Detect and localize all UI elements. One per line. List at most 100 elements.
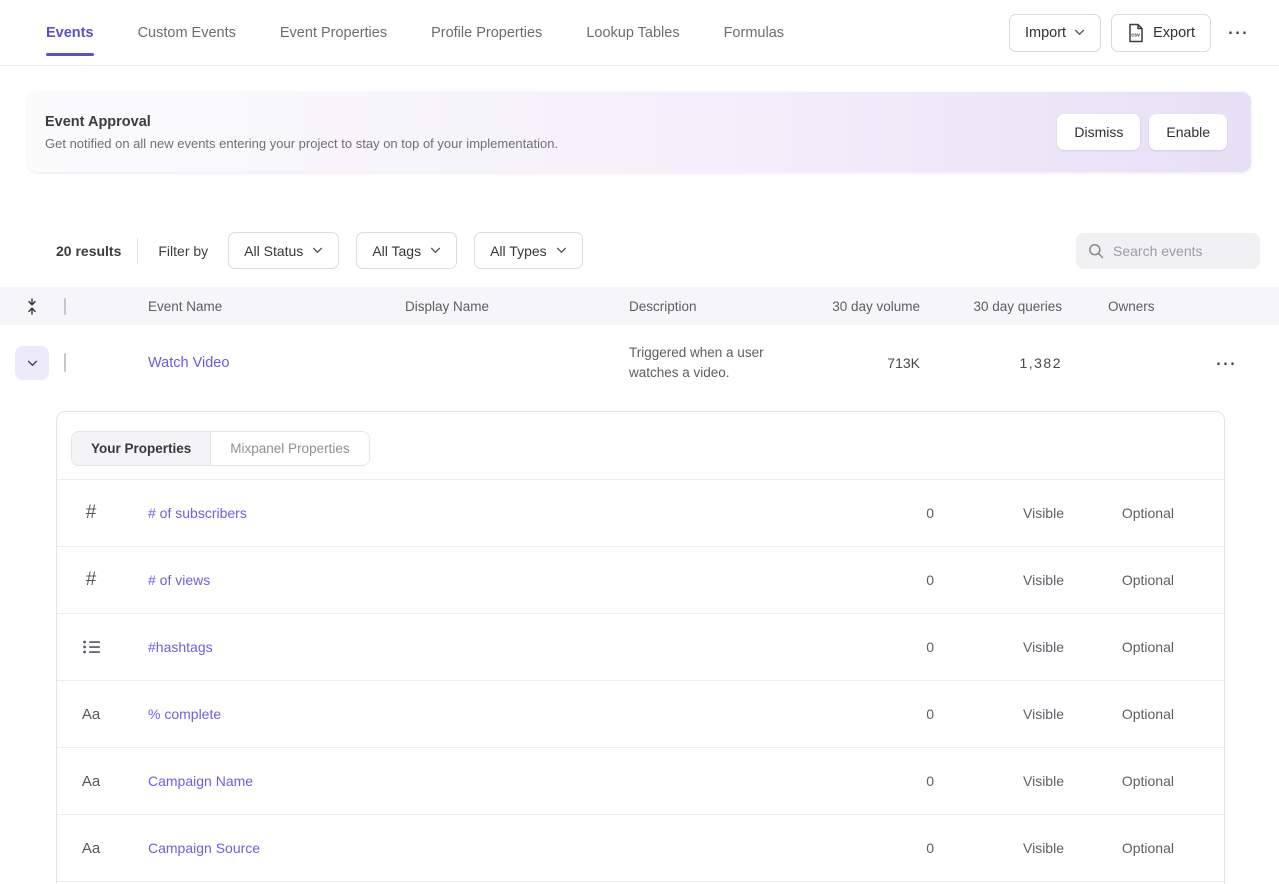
chevron-down-icon	[1074, 29, 1085, 36]
banner-title: Event Approval	[45, 114, 558, 130]
banner-text: Event Approval Get notified on all new e…	[45, 114, 558, 151]
property-row: Aa % complete 0 Visible Optional	[57, 681, 1224, 748]
property-name-link[interactable]: # of subscribers	[125, 505, 834, 521]
property-name-link[interactable]: # of views	[125, 572, 834, 588]
column-header-event-name: Event Name	[108, 299, 388, 314]
row-checkbox[interactable]	[64, 353, 66, 372]
property-count: 0	[834, 505, 934, 521]
property-name-link[interactable]: % complete	[125, 706, 834, 722]
enable-button[interactable]: Enable	[1149, 114, 1227, 150]
property-visibility: Visible	[934, 572, 1064, 588]
import-button[interactable]: Import	[1009, 14, 1101, 52]
column-header-owners: Owners	[1062, 299, 1192, 314]
chevron-down-icon	[27, 360, 38, 367]
event-30-day-volume: 713K	[810, 355, 920, 371]
chevron-down-icon	[312, 247, 323, 254]
property-name-link[interactable]: Campaign Source	[125, 840, 834, 856]
property-row: # # of subscribers 0 Visible Optional	[57, 480, 1224, 547]
tab-formulas[interactable]: Formulas	[724, 0, 784, 65]
text-type-icon: Aa	[82, 773, 100, 790]
number-type-icon: #	[86, 569, 97, 591]
column-header-description: Description	[612, 299, 810, 314]
all-types-label: All Types	[490, 243, 547, 259]
event-approval-banner: Event Approval Get notified on all new e…	[28, 92, 1251, 172]
all-types-dropdown[interactable]: All Types	[474, 232, 583, 269]
detail-tabs: Your Properties Mixpanel Properties	[57, 412, 1224, 480]
events-table: Event Name Display Name Description 30 d…	[0, 287, 1279, 401]
column-header-display-name: Display Name	[388, 299, 612, 314]
property-visibility: Visible	[934, 706, 1064, 722]
event-description: Triggered when a user watches a video.	[612, 343, 810, 383]
top-nav: Events Custom Events Event Properties Pr…	[0, 0, 1279, 66]
property-visibility: Visible	[934, 773, 1064, 789]
property-requirement: Optional	[1064, 505, 1174, 521]
tab-lookup-tables[interactable]: Lookup Tables	[586, 0, 679, 65]
property-visibility: Visible	[934, 505, 1064, 521]
csv-file-icon: csv	[1127, 23, 1145, 43]
text-type-icon: Aa	[82, 706, 100, 723]
export-button-label: Export	[1153, 25, 1195, 41]
tab-events[interactable]: Events	[46, 0, 94, 65]
event-30-day-queries: 1,382	[920, 355, 1062, 371]
properties-segmented-control: Your Properties Mixpanel Properties	[71, 431, 370, 466]
collapse-all-icon[interactable]	[0, 298, 64, 315]
results-count: 20 results	[56, 243, 121, 259]
property-requirement: Optional	[1064, 572, 1174, 588]
all-status-dropdown[interactable]: All Status	[228, 232, 339, 269]
property-requirement: Optional	[1064, 706, 1174, 722]
property-row: #hashtags 0 Visible Optional	[57, 614, 1224, 681]
table-row: Watch Video Triggered when a user watche…	[0, 325, 1279, 401]
filter-by-label: Filter by	[158, 243, 208, 259]
row-more-button[interactable]: ⋯	[1209, 349, 1243, 378]
nav-more-button[interactable]: ⋯	[1221, 18, 1255, 47]
property-name-link[interactable]: Campaign Name	[125, 773, 834, 789]
event-name-link[interactable]: Watch Video	[148, 355, 229, 371]
property-count: 0	[834, 639, 934, 655]
all-tags-label: All Tags	[372, 243, 421, 259]
import-button-label: Import	[1025, 25, 1066, 41]
collapse-row-button[interactable]	[15, 346, 49, 380]
nav-actions: Import csv Export ⋯	[1009, 0, 1255, 65]
property-row: Aa Campaign Name 0 Visible Optional	[57, 748, 1224, 815]
property-requirement: Optional	[1064, 773, 1174, 789]
number-type-icon: #	[86, 502, 97, 524]
property-row: Aa Campaign Source 0 Visible Optional	[57, 815, 1224, 882]
column-header-30-day-volume: 30 day volume	[810, 299, 920, 314]
property-visibility: Visible	[934, 639, 1064, 655]
select-all-checkbox[interactable]	[64, 298, 66, 315]
banner-subtitle: Get notified on all new events entering …	[45, 136, 558, 151]
event-detail-card: Your Properties Mixpanel Properties # # …	[56, 411, 1225, 884]
chevron-down-icon	[430, 247, 441, 254]
banner-actions: Dismiss Enable	[1057, 114, 1227, 150]
text-type-icon: Aa	[82, 840, 100, 857]
svg-text:csv: csv	[1131, 32, 1140, 38]
property-requirement: Optional	[1064, 840, 1174, 856]
search-input[interactable]	[1113, 243, 1250, 259]
divider	[137, 238, 138, 264]
tab-mixpanel-properties[interactable]: Mixpanel Properties	[211, 432, 368, 465]
filter-bar: 20 results Filter by All Status All Tags…	[0, 232, 1279, 269]
property-count: 0	[834, 773, 934, 789]
property-count: 0	[834, 572, 934, 588]
tab-profile-properties[interactable]: Profile Properties	[431, 0, 542, 65]
property-visibility: Visible	[934, 840, 1064, 856]
export-button[interactable]: csv Export	[1111, 14, 1211, 52]
all-status-label: All Status	[244, 243, 303, 259]
lexicon-tabs: Events Custom Events Event Properties Pr…	[46, 0, 784, 65]
search-events-box	[1076, 233, 1260, 269]
search-icon	[1088, 243, 1104, 259]
table-header-row: Event Name Display Name Description 30 d…	[0, 287, 1279, 325]
list-type-icon	[57, 640, 125, 654]
column-header-30-day-queries: 30 day queries	[920, 299, 1062, 314]
tab-event-properties[interactable]: Event Properties	[280, 0, 387, 65]
tab-custom-events[interactable]: Custom Events	[138, 0, 236, 65]
property-count: 0	[834, 706, 934, 722]
chevron-down-icon	[556, 247, 567, 254]
tab-your-properties[interactable]: Your Properties	[72, 432, 211, 465]
property-count: 0	[834, 840, 934, 856]
dismiss-button[interactable]: Dismiss	[1057, 114, 1140, 150]
all-tags-dropdown[interactable]: All Tags	[356, 232, 457, 269]
property-requirement: Optional	[1064, 639, 1174, 655]
property-row: # # of views 0 Visible Optional	[57, 547, 1224, 614]
property-name-link[interactable]: #hashtags	[125, 639, 834, 655]
